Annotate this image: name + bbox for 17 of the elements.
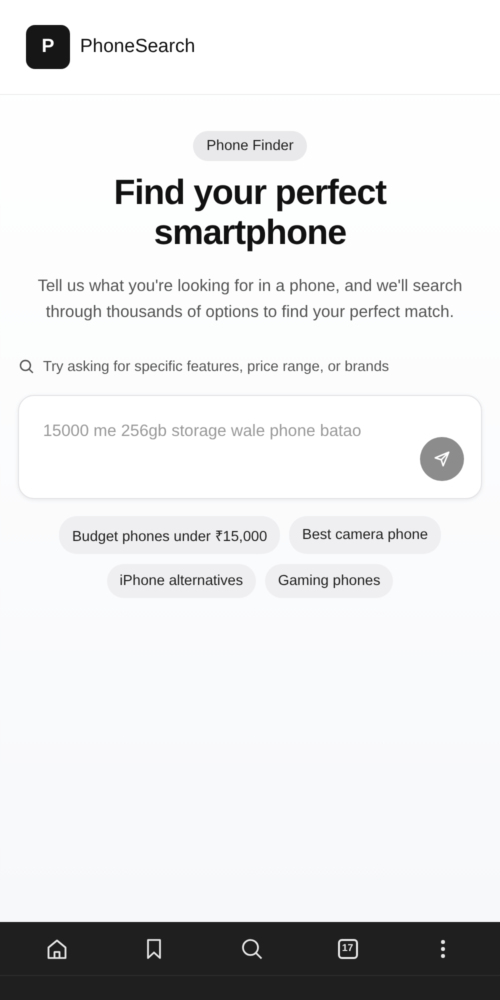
- query-field[interactable]: 15000 me 256gb storage wale phone batao: [43, 422, 423, 448]
- search-icon: [18, 358, 35, 375]
- search-icon[interactable]: [240, 936, 264, 960]
- tab-count-button[interactable]: 17: [338, 938, 358, 958]
- send-icon: [433, 450, 451, 468]
- app-logo: P: [26, 25, 70, 69]
- page-heading: Find your perfect smartphone: [112, 173, 388, 253]
- search-hint: Try asking for specific features, price range, or brands: [43, 358, 390, 374]
- send-button[interactable]: [420, 437, 464, 481]
- page-description: Tell us what you're looking for in a phone, and we'll search through thousands of options to find your perfect match.: [36, 276, 464, 323]
- app-title: PhoneSearch: [80, 36, 196, 58]
- suggestion-chip[interactable]: iPhone alternatives: [106, 564, 256, 598]
- suggestion-chip[interactable]: Gaming phones: [264, 564, 394, 598]
- home-icon[interactable]: [44, 936, 69, 960]
- suggestion-chip[interactable]: Best camera phone: [289, 516, 441, 554]
- section-badge: Phone Finder: [193, 131, 307, 161]
- suggestion-chip[interactable]: Budget phones under ₹15,000: [59, 516, 280, 554]
